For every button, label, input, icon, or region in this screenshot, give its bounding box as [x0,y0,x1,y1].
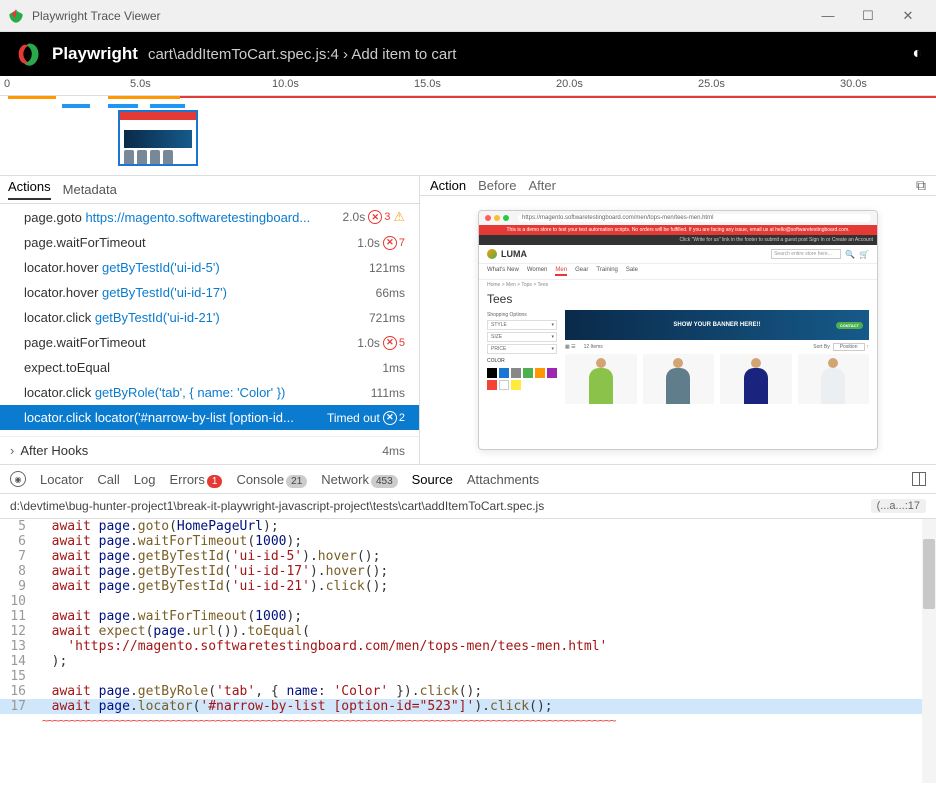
action-row[interactable]: expect.toEqual1ms [0,355,419,380]
timeline-tick: 0 [4,78,10,90]
page-crumbs: Home > Men > Tops > Tees [479,280,877,290]
main-nav: What's NewWomen MenGear TrainingSale [479,264,877,280]
action-row[interactable]: page.goto https://magento.softwaretestin… [0,204,419,230]
minimize-button[interactable]: — [808,2,848,30]
inspect-icon[interactable]: ◉ [10,471,26,487]
snapshot-url: https://magento.softwaretestingboard.com… [518,214,871,222]
file-path: d:\devtime\bug-hunter-project1\break-it-… [10,499,544,513]
window-titlebar: Playwright Trace Viewer — ☐ ✕ [0,0,936,32]
tab-action[interactable]: Action [430,178,466,193]
signin-bar: Click "Write for us" link in the footer … [479,235,877,245]
tab-console[interactable]: Console21 [236,472,307,487]
tab-after[interactable]: After [528,178,555,193]
demo-banner: This is a demo store to test your test a… [479,225,877,235]
breadcrumb: cart\addItemToCart.spec.js:4 › Add item … [148,46,456,63]
timeline-tick: 20.0s [556,78,583,90]
file-path-bar: d:\devtime\bug-hunter-project1\break-it-… [0,494,936,519]
tab-before[interactable]: Before [478,178,516,193]
page-snapshot[interactable]: https://magento.softwaretestingboard.com… [478,210,878,450]
brand-logo: LUMA [501,249,527,259]
code-scrollbar[interactable] [922,519,936,783]
actions-panel: Actions Metadata page.goto https://magen… [0,176,420,464]
timeline[interactable] [0,96,936,176]
tab-network[interactable]: Network453 [321,472,397,487]
maximize-button[interactable]: ☐ [848,2,888,30]
tab-log[interactable]: Log [134,472,156,487]
actions-list: page.goto https://magento.softwaretestin… [0,204,419,436]
promo-banner: SHOW YOUR BANNER HERE!! CONTACT [565,310,869,340]
action-row[interactable]: page.waitForTimeout1.0s✕7 [0,230,419,255]
tab-errors[interactable]: Errors1 [169,472,222,487]
window-title: Playwright Trace Viewer [32,9,808,23]
bottom-tabs: ◉ Locator Call Log Errors1 Console21 Net… [0,464,936,494]
timeline-tick: 5.0s [130,78,151,90]
action-row[interactable]: locator.click getByTestId('ui-id-21')721… [0,305,419,330]
tab-actions[interactable]: Actions [8,179,51,200]
timeline-tick: 25.0s [698,78,725,90]
app-header: Playwright cart\addItemToCart.spec.js:4 … [0,32,936,76]
left-panel-tabs: Actions Metadata [0,176,419,204]
after-hooks-time: 4ms [382,444,405,458]
tab-attachments[interactable]: Attachments [467,472,539,487]
timeline-tick: 30.0s [840,78,867,90]
search-box: Search entire store here... [771,249,841,259]
tab-metadata[interactable]: Metadata [63,182,117,197]
snapshot-panel: Action Before After ⧉ https://magento.so… [420,176,936,464]
action-row[interactable]: locator.click locator('#narrow-by-list [… [0,405,419,430]
tab-source[interactable]: Source [412,472,453,487]
snapshot-area: https://magento.softwaretestingboard.com… [420,196,936,464]
timeline-tick: 10.0s [272,78,299,90]
source-code[interactable]: 5 await page.goto(HomePageUrl); 6 await … [0,519,936,783]
app-icon [8,8,24,24]
timeline-ruler[interactable]: 0 5.0s 10.0s 15.0s 20.0s 25.0s 30.0s [0,76,936,96]
action-row[interactable]: page.waitForTimeout1.0s✕5 [0,330,419,355]
close-button[interactable]: ✕ [888,2,928,30]
popout-icon[interactable]: ⧉ [916,177,926,194]
after-hooks-label: After Hooks [20,443,376,458]
action-row[interactable]: locator.click getByRole('tab', { name: '… [0,380,419,405]
timeline-thumbnail[interactable] [118,110,198,166]
action-row[interactable]: locator.hover getByTestId('ui-id-17')66m… [0,280,419,305]
playwright-logo-icon [14,40,42,68]
split-view-icon[interactable] [912,472,926,486]
timeline-tick: 15.0s [414,78,441,90]
tab-locator[interactable]: Locator [40,472,83,487]
theme-toggle-icon[interactable]: ◐ [912,45,922,63]
location-badge: (...a...:17 [871,499,926,513]
window-controls: — ☐ ✕ [808,2,928,30]
action-row[interactable]: locator.hover getByTestId('ui-id-5')121m… [0,255,419,280]
app-title: Playwright [52,44,138,64]
page-heading: Tees [479,290,877,310]
after-hooks-row[interactable]: › After Hooks 4ms [0,436,419,464]
tab-call[interactable]: Call [97,472,119,487]
snapshot-tabs: Action Before After ⧉ [420,176,936,196]
